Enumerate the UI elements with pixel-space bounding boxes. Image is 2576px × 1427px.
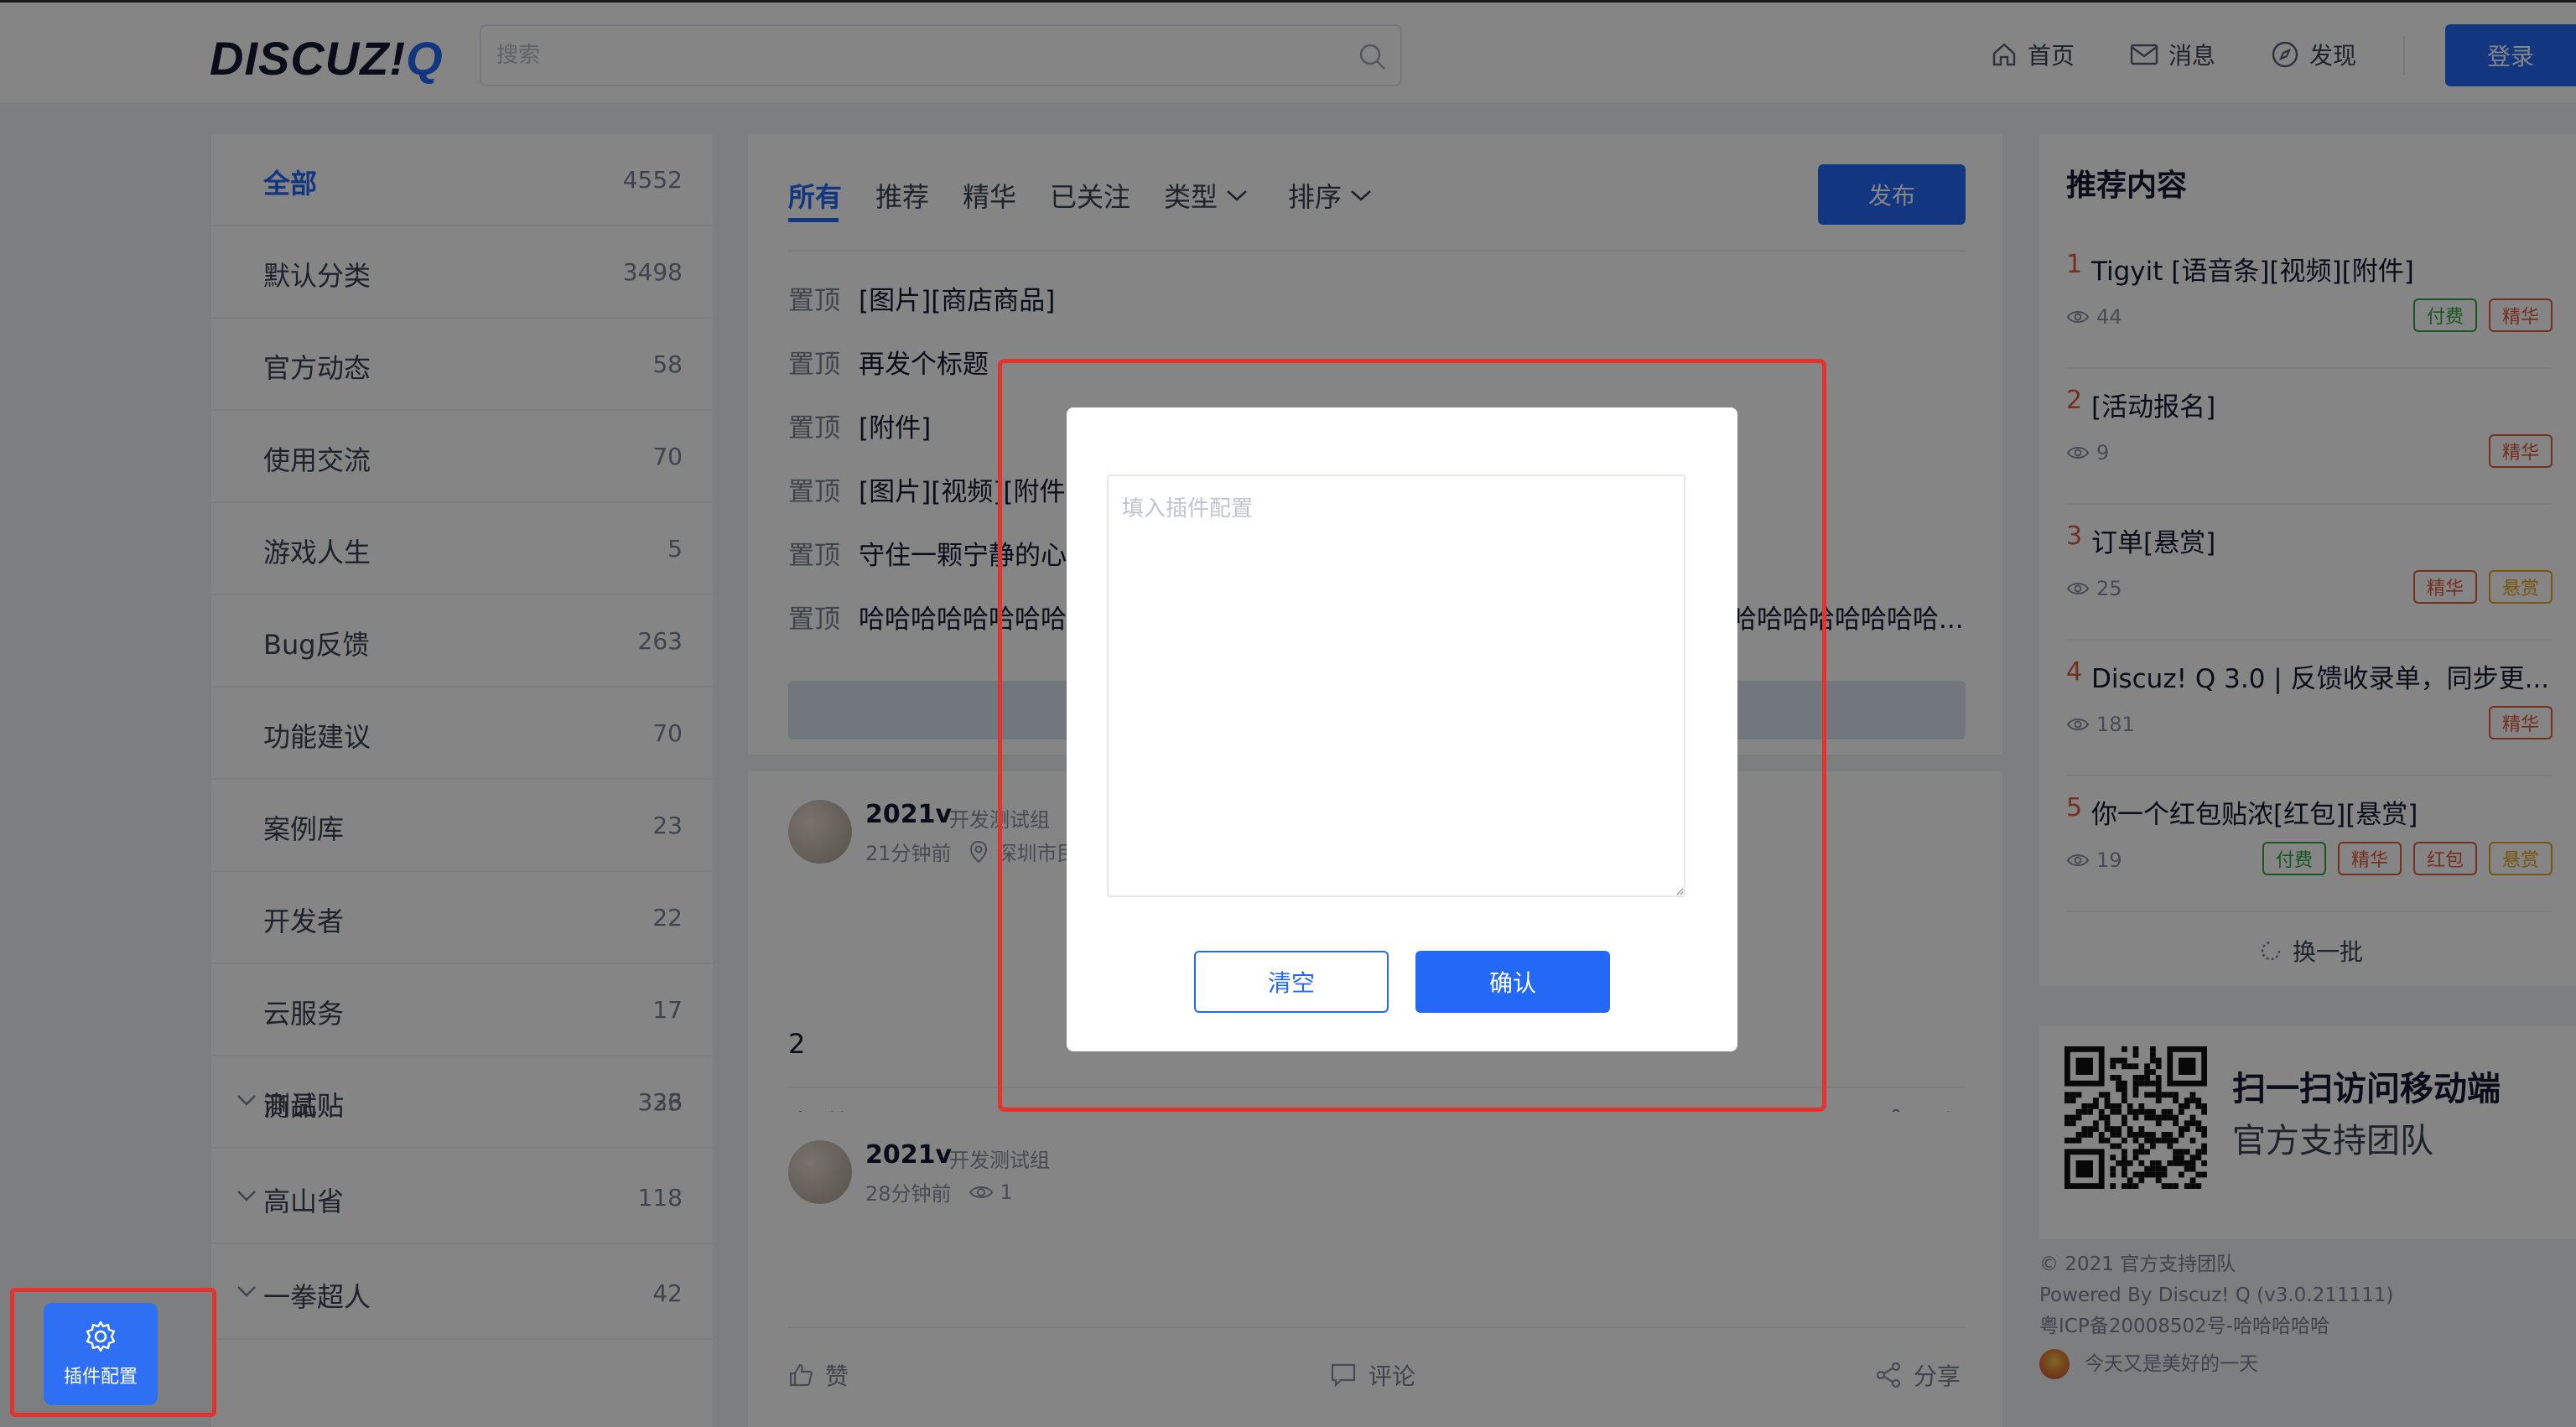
highlight-frame	[998, 359, 1826, 1112]
highlight-frame	[10, 1288, 216, 1417]
